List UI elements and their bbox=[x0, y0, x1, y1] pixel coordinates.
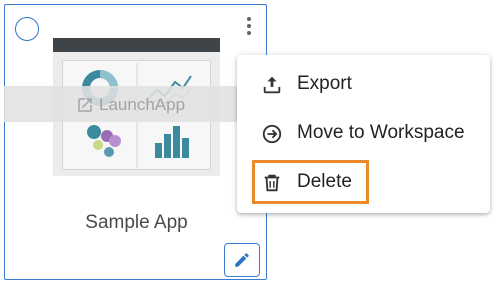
open-external-icon bbox=[78, 98, 92, 112]
menu-item-delete[interactable]: Delete bbox=[237, 164, 490, 200]
launch-app-label: LaunchApp bbox=[99, 95, 186, 114]
menu-item-export[interactable]: Export bbox=[237, 66, 490, 102]
more-options-icon[interactable] bbox=[241, 15, 257, 37]
menu-item-label: Move to Workspace bbox=[297, 122, 465, 143]
edit-button[interactable] bbox=[224, 243, 260, 277]
launch-app-button[interactable]: LaunchApp bbox=[76, 95, 185, 115]
export-icon bbox=[263, 76, 281, 94]
menu-item-move-to-workspace[interactable]: Move to Workspace bbox=[237, 115, 490, 151]
context-menu: Export Move to Workspace Delete bbox=[237, 55, 490, 213]
trash-icon bbox=[264, 174, 280, 192]
select-checkbox[interactable] bbox=[15, 17, 39, 41]
pencil-icon bbox=[235, 253, 249, 267]
app-name: Sample App bbox=[85, 212, 188, 233]
menu-item-label: Delete bbox=[297, 171, 352, 192]
move-to-workspace-icon bbox=[262, 124, 282, 144]
menu-item-label: Export bbox=[297, 73, 352, 94]
app-card[interactable]: Sample App bbox=[4, 4, 267, 280]
